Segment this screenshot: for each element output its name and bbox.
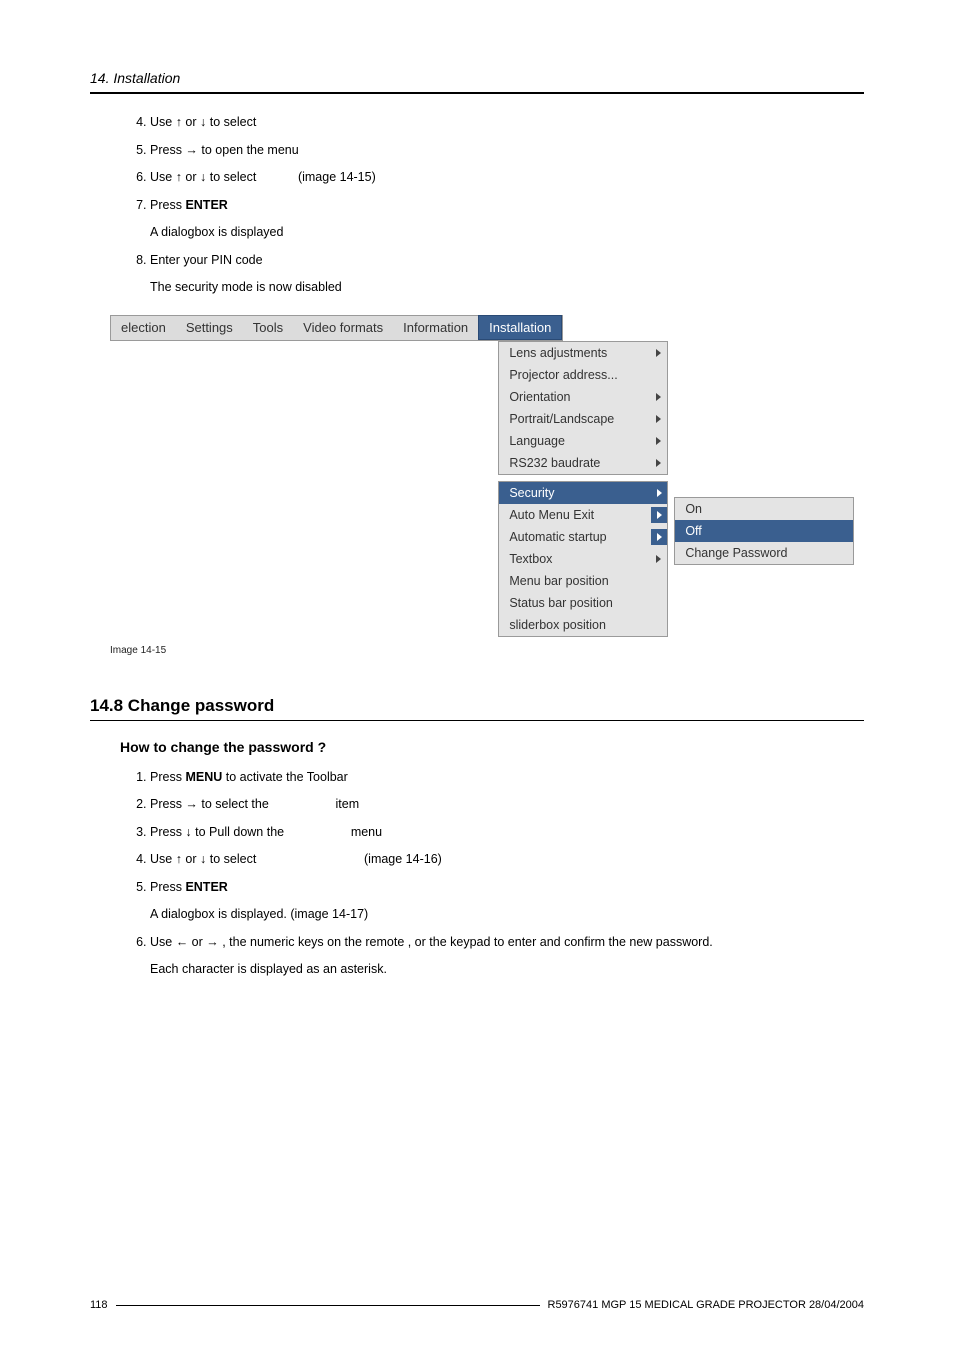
chevron-right-icon xyxy=(656,393,661,401)
figure-14-15: election Settings Tools Video formats In… xyxy=(110,315,864,637)
menu-auto-menu-exit-label: Auto Menu Exit xyxy=(509,508,594,522)
menu-automatic-startup[interactable]: Automatic startup xyxy=(499,526,667,548)
submenu-security: On Off Change Password xyxy=(674,497,854,565)
page-footer: 118 R5976741 MGP 15 MEDICAL GRADE PROJEC… xyxy=(90,1299,864,1311)
menu-projector-address-label: Projector address... xyxy=(509,368,617,382)
section-heading: 14.8 Change password xyxy=(90,696,864,721)
dropdown-installation-2: Security Auto Menu Exit Automatic startu… xyxy=(498,481,668,637)
step2-1a: Press xyxy=(150,770,185,784)
step2-2: Press → to select the Installation item xyxy=(150,796,864,814)
submenu-change-password[interactable]: Change Password xyxy=(675,542,853,564)
menu-menubar-position[interactable]: Menu bar position xyxy=(499,570,667,592)
step2-4a: Use ↑ or ↓ to select xyxy=(150,852,260,866)
step2-1c: to activate the Toolbar xyxy=(222,770,348,784)
step-7-text: Press xyxy=(150,198,185,212)
menubar: election Settings Tools Video formats In… xyxy=(110,315,563,341)
page-number: 118 xyxy=(90,1299,108,1311)
chevron-right-box xyxy=(651,507,667,523)
step2-5b: ENTER xyxy=(185,880,227,894)
menu-rs232[interactable]: RS232 baudrate xyxy=(499,452,667,474)
chevron-right-box xyxy=(651,529,667,545)
chevron-right-icon xyxy=(657,511,662,519)
tab-information[interactable]: Information xyxy=(393,316,478,339)
step2-1b: MENU xyxy=(185,770,222,784)
figure-menus: election Settings Tools Video formats In… xyxy=(110,315,563,341)
step-4-text: Use ↑ or ↓ to select xyxy=(150,115,256,129)
step2-4: Use ↑ or ↓ to select Change password (im… xyxy=(150,851,864,869)
menu-sliderbox-position[interactable]: sliderbox position xyxy=(499,614,667,636)
step-8: Enter your PIN code The security mode is… xyxy=(150,252,864,297)
chevron-right-icon xyxy=(656,555,661,563)
figure-caption-14-15: Image 14-15 xyxy=(110,645,864,656)
step-5: Press → to open the menu xyxy=(150,142,864,160)
menu-statusbar-position[interactable]: Status bar position xyxy=(499,592,667,614)
step2-5a: Press xyxy=(150,880,185,894)
menu-lens-adjustments[interactable]: Lens adjustments xyxy=(499,342,667,364)
footer-rule xyxy=(116,1305,540,1306)
chevron-right-icon xyxy=(656,459,661,467)
menu-auto-menu-exit[interactable]: Auto Menu Exit xyxy=(499,504,667,526)
step2-6-sub: Each character is displayed as an asteri… xyxy=(150,961,864,979)
menu-portrait-landscape-label: Portrait/Landscape xyxy=(509,412,614,426)
chevron-right-icon xyxy=(657,533,662,541)
tab-settings[interactable]: Settings xyxy=(176,316,243,339)
sub-heading: How to change the password ? xyxy=(120,739,864,755)
step-7: Press ENTER A dialogbox is displayed xyxy=(150,197,864,242)
menu-menubar-position-label: Menu bar position xyxy=(509,574,608,588)
chevron-right-icon xyxy=(656,349,661,357)
chevron-right-icon xyxy=(656,415,661,423)
step-8-sub: The security mode is now disabled xyxy=(150,279,864,297)
step2-5: Press ENTER A dialogbox is displayed. (i… xyxy=(150,879,864,924)
steps-list-1: Use ↑ or ↓ to select Press → to open the… xyxy=(90,114,864,297)
menu-security[interactable]: Security xyxy=(499,482,667,504)
step2-5-sub: A dialogbox is displayed. (image 14-17) xyxy=(150,906,864,924)
menu-textbox[interactable]: Textbox xyxy=(499,548,667,570)
step2-3: Press ↓ to Pull down the Installation me… xyxy=(150,824,864,842)
step2-3c: menu xyxy=(347,825,382,839)
step-6: Use ↑ or ↓ to select Off (image 14-15) xyxy=(150,169,864,187)
menu-language-label: Language xyxy=(509,434,565,448)
submenu-on[interactable]: On xyxy=(675,498,853,520)
menu-orientation[interactable]: Orientation xyxy=(499,386,667,408)
footer-doc: R5976741 MGP 15 MEDICAL GRADE PROJECTOR … xyxy=(548,1299,865,1311)
step-4: Use ↑ or ↓ to select xyxy=(150,114,864,132)
dropdown-column: Lens adjustments Projector address... Or… xyxy=(498,341,668,637)
menu-portrait-landscape[interactable]: Portrait/Landscape xyxy=(499,408,667,430)
step2-6a: Use ← or → , the numeric keys on the rem… xyxy=(150,935,713,949)
chevron-right-icon xyxy=(657,489,662,497)
steps-list-2: Press MENU to activate the Toolbar Press… xyxy=(90,769,864,979)
menu-projector-address[interactable]: Projector address... xyxy=(499,364,667,386)
tab-tools[interactable]: Tools xyxy=(243,316,293,339)
step2-2c: item xyxy=(332,797,359,811)
menu-orientation-label: Orientation xyxy=(509,390,570,404)
menu-textbox-label: Textbox xyxy=(509,552,552,566)
step2-4c: (image 14-16) xyxy=(361,852,442,866)
step2-2a: Press → to select the xyxy=(150,797,272,811)
page-header: 14. Installation xyxy=(90,70,864,94)
step-8-text: Enter your PIN code xyxy=(150,253,263,267)
menu-security-label: Security xyxy=(509,486,554,500)
menu-automatic-startup-label: Automatic startup xyxy=(509,530,606,544)
menu-rs232-label: RS232 baudrate xyxy=(509,456,600,470)
chevron-right-icon xyxy=(656,437,661,445)
menu-lens-adjustments-label: Lens adjustments xyxy=(509,346,607,360)
chevron-right-box xyxy=(651,485,667,501)
step-6-text: Use ↑ or ↓ to select xyxy=(150,170,256,184)
step-6-ref: (image 14-15) xyxy=(298,170,376,184)
step-7-bold: ENTER xyxy=(185,198,227,212)
tab-installation[interactable]: Installation xyxy=(478,315,562,340)
dropdown-installation-1: Lens adjustments Projector address... Or… xyxy=(498,341,668,475)
step-7-sub: A dialogbox is displayed xyxy=(150,224,864,242)
submenu-off[interactable]: Off xyxy=(675,520,853,542)
step-5-text: Press → to open the menu xyxy=(150,143,299,157)
menu-language[interactable]: Language xyxy=(499,430,667,452)
step2-1: Press MENU to activate the Toolbar xyxy=(150,769,864,787)
tab-election[interactable]: election xyxy=(111,316,176,339)
menu-statusbar-position-label: Status bar position xyxy=(509,596,613,610)
step2-6: Use ← or → , the numeric keys on the rem… xyxy=(150,934,864,979)
menu-sliderbox-position-label: sliderbox position xyxy=(509,618,606,632)
step2-3a: Press ↓ to Pull down the xyxy=(150,825,288,839)
tab-video-formats[interactable]: Video formats xyxy=(293,316,393,339)
